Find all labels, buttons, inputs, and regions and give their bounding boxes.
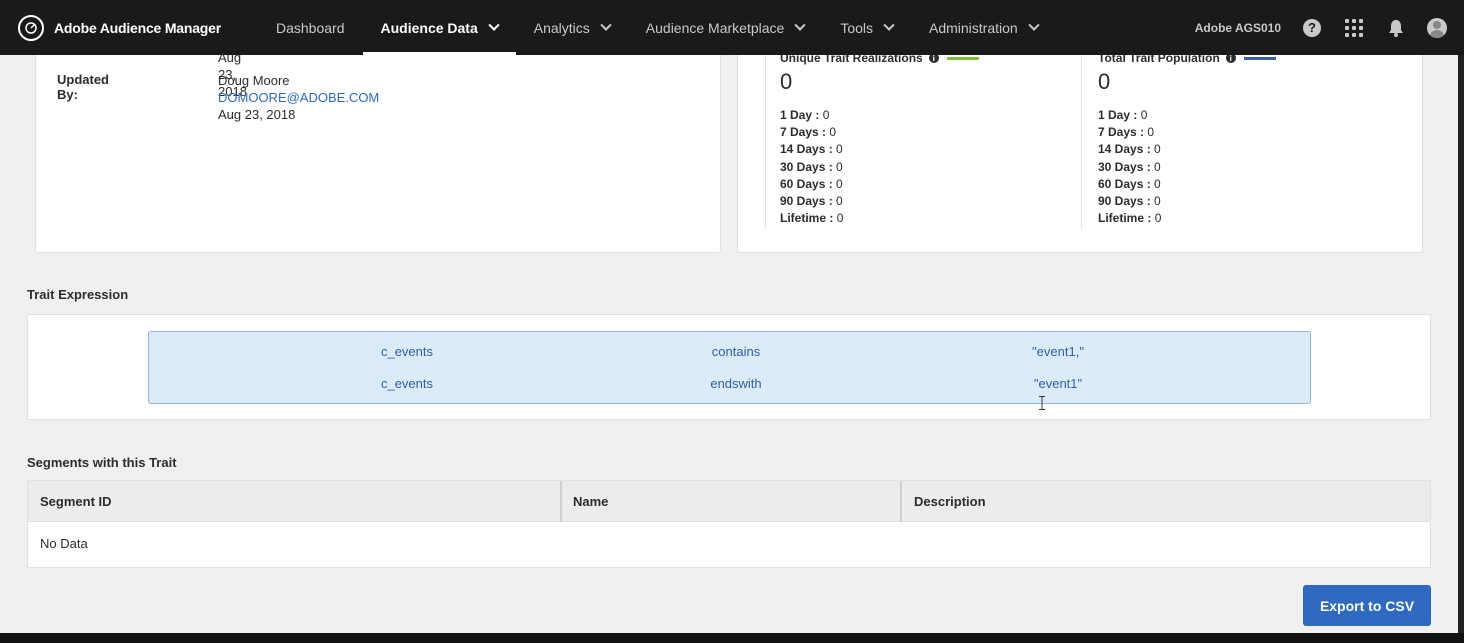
unique-row-14d: 14 Days : 0 — [780, 142, 843, 157]
unique-realizations-title-row: Unique Trait Realizations i — [780, 55, 979, 65]
chevron-down-icon — [794, 19, 806, 31]
org-switcher[interactable]: Adobe AGS010 — [1195, 21, 1281, 35]
updated-by-value: Doug Moore DOMOORE@ADOBE.COM Aug 23, 201… — [218, 72, 379, 123]
apps-grid-icon[interactable] — [1343, 17, 1365, 39]
chevron-down-icon — [600, 19, 612, 31]
nav-audience-marketplace[interactable]: Audience Marketplace — [628, 0, 823, 55]
top-nav-bar: Adobe Audience Manager Dashboard Audienc… — [0, 0, 1464, 55]
user-avatar[interactable] — [1427, 17, 1447, 38]
nav-administration-label: Administration — [929, 19, 1018, 36]
nav-analytics[interactable]: Analytics — [516, 0, 628, 55]
total-row-lifetime: Lifetime : 0 — [1098, 211, 1162, 226]
nav-audience-data-label: Audience Data — [380, 19, 478, 36]
nav-tools-label: Tools — [840, 19, 873, 36]
updated-by-email-link[interactable]: DOMOORE@ADOBE.COM — [218, 89, 379, 106]
column-segment-id[interactable]: Segment ID — [28, 481, 561, 522]
app-name: Adobe Audience Manager — [54, 19, 221, 36]
help-icon[interactable]: ? — [1301, 17, 1323, 39]
nav-right: Adobe AGS010 ? — [1195, 0, 1464, 55]
trait-expression-box: c_events contains "event1," c_events end… — [148, 331, 1311, 404]
total-population-total: 0 — [1098, 69, 1111, 94]
total-row-60d: 60 Days : 0 — [1098, 176, 1161, 191]
total-row-30d: 30 Days : 0 — [1098, 159, 1161, 174]
trait-expression-card: c_events contains "event1," c_events end… — [27, 314, 1431, 420]
total-population-title: Total Trait Population — [1098, 55, 1220, 65]
notifications-bell-icon[interactable] — [1385, 17, 1407, 39]
info-icon[interactable]: i — [1225, 55, 1236, 63]
expr-value: "event1" — [1033, 376, 1083, 391]
unique-realizations-title: Unique Trait Realizations — [780, 55, 923, 65]
segments-title: Segments with this Trait — [27, 455, 177, 470]
unique-row-30d: 30 Days : 0 — [780, 159, 843, 174]
unique-row-7d: 7 Days : 0 — [780, 125, 837, 140]
text-cursor-icon — [1039, 396, 1045, 410]
nav-tools[interactable]: Tools — [822, 0, 911, 55]
unique-row-lifetime: Lifetime : 0 — [780, 211, 844, 226]
scrollbar[interactable] — [1458, 55, 1464, 633]
expr-field: c_events — [380, 344, 434, 359]
total-row-7d: 7 Days : 0 — [1098, 125, 1155, 140]
expr-field: c_events — [380, 376, 434, 391]
segments-table: Segment ID Name Description No Data — [27, 480, 1431, 568]
brand[interactable]: Adobe Audience Manager — [18, 14, 258, 41]
column-description[interactable]: Description — [902, 481, 1430, 522]
chevron-down-icon — [883, 19, 895, 31]
stat-divider — [765, 55, 766, 229]
unique-legend-swatch — [946, 56, 979, 60]
trait-info-card: Aug 23, 2018 Updated By: Doug Moore DOMO… — [35, 55, 721, 253]
total-population-breakdown: 1 Day : 0 7 Days : 0 14 Days : 0 30 Days… — [1098, 107, 1276, 227]
updated-by-name: Doug Moore — [218, 73, 290, 88]
segments-table-header: Segment ID Name Description — [28, 481, 1430, 522]
unique-realizations-stat: Unique Trait Realizations i 0 1 Day : 0 … — [780, 55, 979, 227]
updated-date: Aug 23, 2018 — [218, 107, 296, 122]
trait-expression-title: Trait Expression — [27, 287, 129, 302]
chevron-down-icon — [488, 19, 500, 31]
expr-operator: endswith — [710, 376, 762, 391]
total-row-1d: 1 Day : 0 — [1098, 108, 1148, 122]
audience-manager-logo-icon — [18, 14, 44, 41]
trait-detail-content: Aug 23, 2018 Updated By: Doug Moore DOMO… — [0, 55, 1458, 633]
total-row-90d: 90 Days : 0 — [1098, 194, 1161, 209]
expr-value: "event1," — [1032, 344, 1084, 359]
nav-analytics-label: Analytics — [533, 19, 590, 36]
stat-divider — [1081, 55, 1082, 229]
trait-stats-card: Unique Trait Realizations i 0 1 Day : 0 … — [737, 55, 1423, 253]
total-population-title-row: Total Trait Population i — [1098, 55, 1276, 65]
unique-realizations-breakdown: 1 Day : 0 7 Days : 0 14 Days : 0 30 Days… — [780, 107, 979, 227]
nav-administration[interactable]: Administration — [911, 0, 1056, 55]
unique-row-60d: 60 Days : 0 — [780, 176, 843, 191]
nav-audience-data[interactable]: Audience Data — [362, 0, 517, 55]
nav-dashboard-label: Dashboard — [276, 19, 345, 36]
export-csv-button[interactable]: Export to CSV — [1303, 585, 1431, 626]
unique-row-90d: 90 Days : 0 — [780, 194, 843, 209]
updated-by-label: Updated By: — [57, 72, 109, 102]
info-icon[interactable]: i — [928, 55, 939, 63]
main-nav: Dashboard Audience Data Analytics Audien… — [258, 0, 1056, 55]
column-name[interactable]: Name — [561, 481, 901, 522]
chevron-down-icon — [1028, 19, 1040, 31]
total-legend-swatch — [1243, 56, 1276, 60]
expr-operator: contains — [711, 344, 761, 359]
table-empty-text: No Data — [40, 536, 88, 551]
nav-audience-marketplace-label: Audience Marketplace — [645, 19, 785, 36]
unique-realizations-total: 0 — [780, 69, 793, 94]
nav-dashboard[interactable]: Dashboard — [258, 0, 363, 55]
total-population-stat: Total Trait Population i 0 1 Day : 0 7 D… — [1098, 55, 1276, 227]
total-row-14d: 14 Days : 0 — [1098, 142, 1161, 157]
unique-row-1d: 1 Day : 0 — [780, 108, 830, 122]
